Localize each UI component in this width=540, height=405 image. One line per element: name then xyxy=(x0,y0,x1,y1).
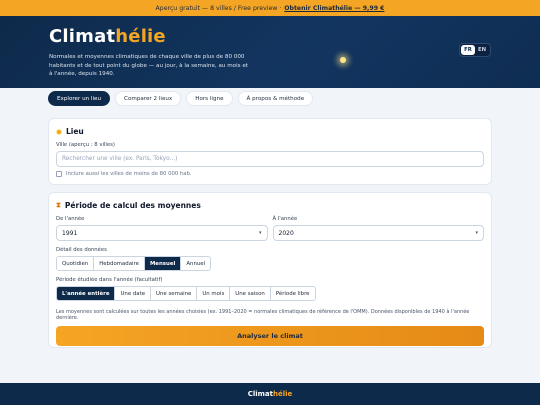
range-whole-year[interactable]: L'année entière xyxy=(57,287,116,300)
range-label: Période étudiée dans l'année (facultatif… xyxy=(56,277,163,283)
from-year-select[interactable]: 1991 ▾ xyxy=(56,225,268,241)
app-description: Normales et moyennes climatiques de chaq… xyxy=(49,54,248,77)
language-switch: FR EN xyxy=(459,43,491,57)
lang-en-button[interactable]: EN xyxy=(475,45,489,55)
main-tabs: Explorer un lieu Comparer 2 lieux Hors l… xyxy=(48,91,314,106)
detail-monthly[interactable]: Mensuel xyxy=(144,257,182,270)
promo-banner: Aperçu gratuit — 8 villes / Free preview… xyxy=(0,0,540,16)
footer-logo: Climat hélie xyxy=(0,383,540,405)
period-note: Les moyennes sont calculées sur toutes l… xyxy=(56,309,470,321)
analyze-button[interactable]: Analyser le climat xyxy=(56,326,484,346)
tab-about[interactable]: À propos & méthode xyxy=(237,91,314,106)
detail-weekly[interactable]: Hebdomadaire xyxy=(94,257,145,270)
hero-header: Climathélie Normales et moyennes climati… xyxy=(0,16,540,88)
detail-segmented-control: Quotidien Hebdomadaire Mensuel Annuel xyxy=(56,256,212,271)
tab-compare[interactable]: Comparer 2 lieux xyxy=(115,91,182,106)
range-month[interactable]: Un mois xyxy=(197,287,231,300)
to-year-label: À l'année xyxy=(272,216,298,222)
location-pin-icon xyxy=(56,128,62,135)
range-segmented-control: L'année entière Une date Une semaine Un … xyxy=(56,286,316,301)
detail-yearly[interactable]: Annuel xyxy=(181,257,211,270)
promo-link[interactable]: Obtenir Climathélie — 9,99 € xyxy=(284,5,384,12)
tab-explore[interactable]: Explorer un lieu xyxy=(48,91,111,106)
range-season[interactable]: Une saison xyxy=(230,287,271,300)
place-title: Lieu xyxy=(56,127,484,136)
include-small-cities[interactable]: Inclure aussi les villes de moins de 80 … xyxy=(56,171,484,177)
detail-label: Détail des données xyxy=(56,247,107,253)
chevron-down-icon: ▾ xyxy=(475,230,478,236)
range-week[interactable]: Une semaine xyxy=(151,287,198,300)
detail-daily[interactable]: Quotidien xyxy=(57,257,95,270)
promo-text: Aperçu gratuit — 8 villes / Free preview… xyxy=(155,4,282,12)
lang-fr-button[interactable]: FR xyxy=(461,45,475,55)
city-search-input[interactable]: Rechercher une ville (ex. Paris, Tokyo..… xyxy=(56,151,484,167)
sun-glow-icon xyxy=(340,57,346,63)
range-date[interactable]: Une date xyxy=(115,287,152,300)
place-card: Lieu Ville (aperçu : 8 villes) Recherche… xyxy=(48,118,492,185)
to-year-select[interactable]: 2020 ▾ xyxy=(272,225,484,241)
chevron-down-icon: ▾ xyxy=(258,230,262,236)
from-year-label: De l'année xyxy=(56,216,85,222)
city-label: Ville (aperçu : 8 villes) xyxy=(56,142,115,148)
range-custom[interactable]: Période libre xyxy=(270,287,315,300)
include-small-checkbox[interactable] xyxy=(56,171,62,177)
period-title: ⧗ Période de calcul des moyennes xyxy=(56,201,201,210)
period-card: ⧗ Période de calcul des moyennes De l'an… xyxy=(48,192,492,348)
hourglass-icon: ⧗ xyxy=(56,201,61,209)
tab-offline[interactable]: Hors ligne xyxy=(186,91,233,106)
